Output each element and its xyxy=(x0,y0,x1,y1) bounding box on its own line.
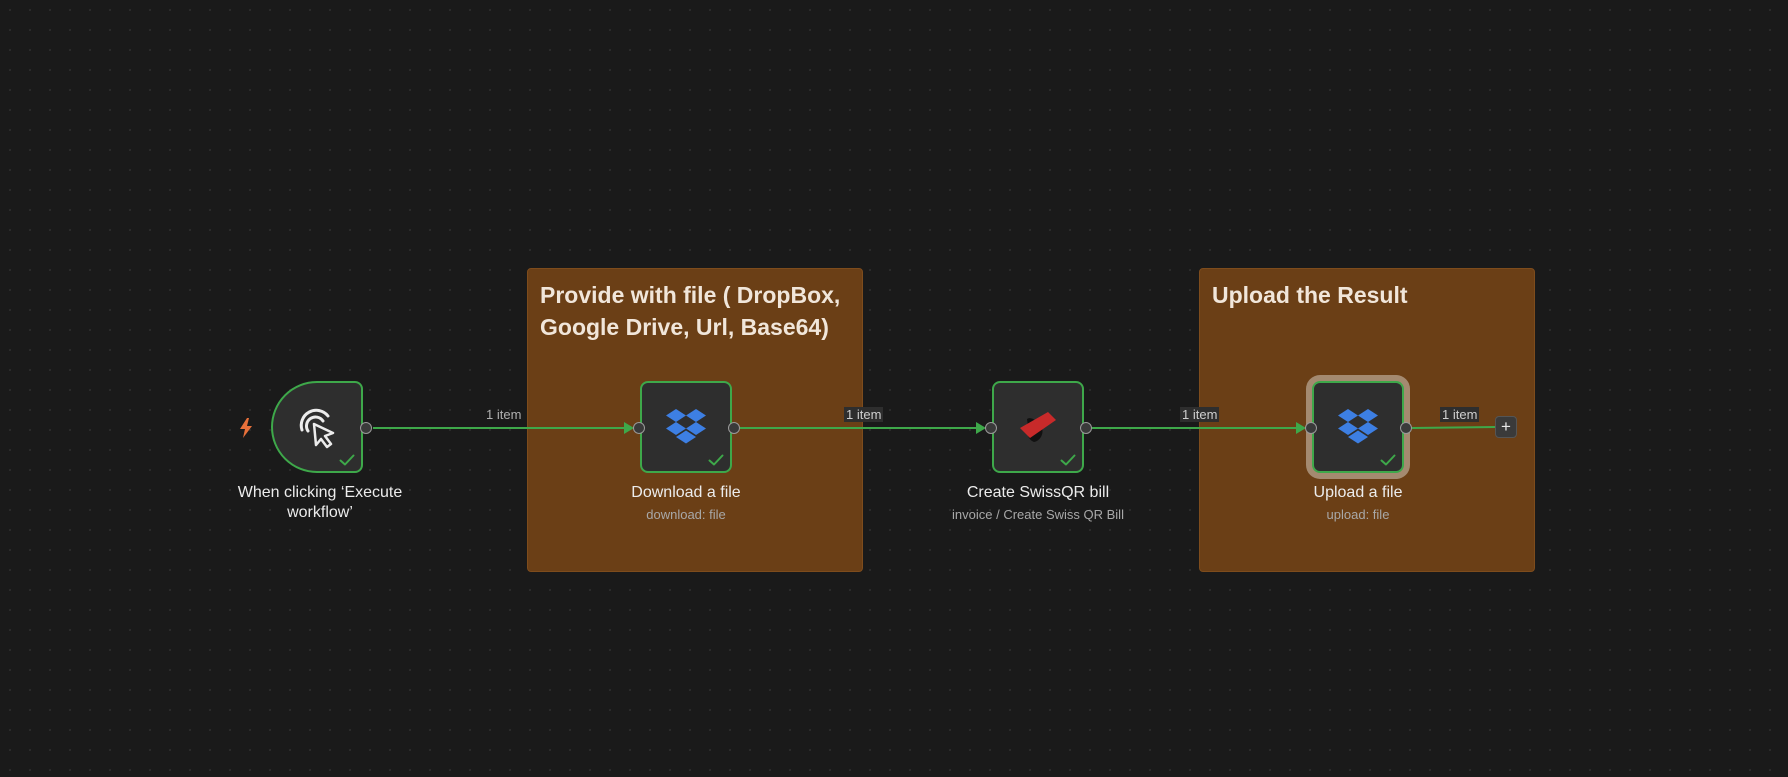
workflow-canvas[interactable]: Provide with file ( DropBox, Google Driv… xyxy=(0,0,1788,777)
edge-label: 1 item xyxy=(844,407,884,422)
cursor-click-icon xyxy=(299,408,335,449)
trigger-bolt-icon xyxy=(240,418,252,438)
edge-label: 1 item xyxy=(486,407,522,422)
node-subtitle: invoice / Create Swiss QR Bill xyxy=(952,507,1124,522)
success-check-icon xyxy=(1060,454,1076,466)
download-file-node[interactable] xyxy=(640,381,732,473)
node-subtitle: upload: file xyxy=(1326,507,1390,522)
node-title: Upload a file xyxy=(1313,484,1403,501)
sticky-note-title: Provide with file ( DropBox, Google Driv… xyxy=(540,282,841,340)
input-handle[interactable] xyxy=(985,422,997,434)
node-title: Download a file xyxy=(631,484,741,501)
trigger-node[interactable] xyxy=(271,381,363,473)
input-handle[interactable] xyxy=(1305,422,1317,434)
output-handle[interactable] xyxy=(1080,422,1092,434)
output-handle[interactable] xyxy=(1400,422,1412,434)
node-subtitle: download: file xyxy=(646,507,726,522)
success-check-icon xyxy=(1380,454,1396,466)
add-node-button[interactable]: + xyxy=(1495,416,1517,438)
edge-label: 1 item xyxy=(1440,407,1480,422)
success-check-icon xyxy=(708,454,724,466)
upload-file-node[interactable] xyxy=(1312,381,1404,473)
sticky-note-title: Upload the Result xyxy=(1212,282,1408,308)
swissqr-icon xyxy=(1020,412,1056,442)
node-title: Create SwissQR bill xyxy=(966,484,1110,501)
success-check-icon xyxy=(339,454,355,466)
edge-label: 1 item xyxy=(1180,407,1220,422)
dropbox-icon xyxy=(1338,409,1378,444)
dropbox-icon xyxy=(666,409,706,444)
output-handle[interactable] xyxy=(360,422,372,434)
output-handle[interactable] xyxy=(728,422,740,434)
input-handle[interactable] xyxy=(633,422,645,434)
node-title: When clicking ‘Execute workflow’ xyxy=(237,484,403,521)
create-swissqr-node[interactable] xyxy=(992,381,1084,473)
